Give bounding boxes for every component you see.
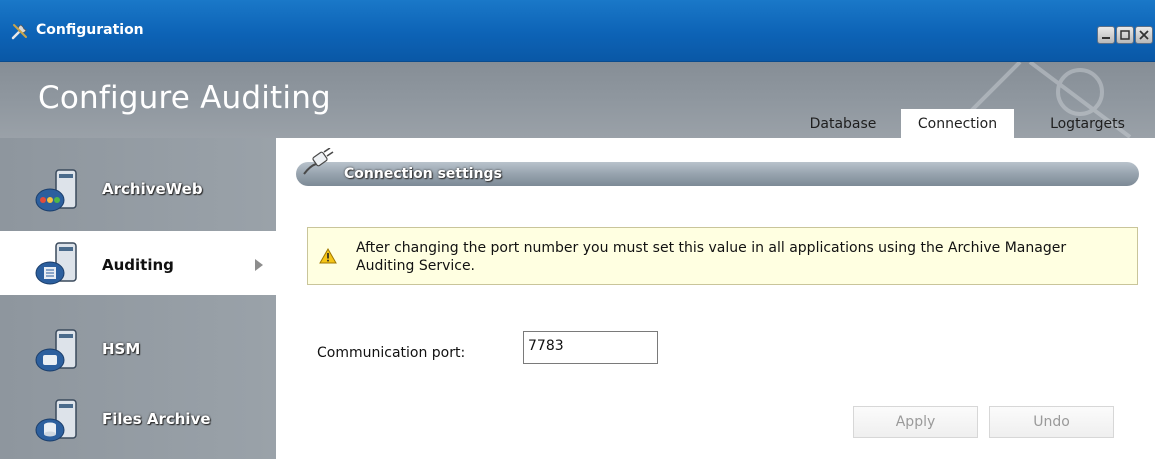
sidebar-item-label: HSM (102, 340, 141, 358)
tools-icon (10, 21, 30, 41)
sidebar: ArchiveWeb Auditing HSM Files Archive (0, 138, 276, 459)
archiveweb-server-icon (34, 164, 88, 214)
sidebar-item-archiveweb[interactable]: ArchiveWeb (0, 158, 276, 216)
section-title: Connection settings (344, 166, 502, 182)
title-bar: Configuration (0, 0, 1155, 62)
undo-button[interactable]: Undo (989, 406, 1114, 438)
main-panel: Connection settings After changing the p… (276, 138, 1155, 459)
minimize-button[interactable] (1097, 26, 1115, 44)
files-archive-server-icon (34, 394, 88, 444)
warning-text: After changing the port number you must … (356, 240, 1067, 274)
window-title: Configuration (36, 22, 144, 38)
tab-database[interactable]: Database (796, 109, 890, 138)
apply-button[interactable]: Apply (853, 406, 978, 438)
header: Configure Auditing Database Connection L… (0, 62, 1155, 138)
port-label: Communication port: (317, 345, 466, 361)
tab-connection[interactable]: Connection (901, 109, 1014, 138)
plug-icon (300, 147, 334, 182)
sidebar-item-label: Files Archive (102, 410, 211, 428)
sidebar-item-label: Auditing (102, 256, 174, 274)
hsm-server-icon (34, 324, 88, 374)
close-button[interactable] (1135, 26, 1153, 44)
section-header: Connection settings (296, 147, 1139, 186)
sidebar-item-auditing[interactable]: Auditing (0, 231, 276, 295)
maximize-button[interactable] (1116, 26, 1134, 44)
chevron-right-icon (254, 257, 264, 276)
sidebar-item-label: ArchiveWeb (102, 180, 203, 198)
tab-logtargets[interactable]: Logtargets (1020, 109, 1155, 138)
sidebar-item-files-archive[interactable]: Files Archive (0, 388, 276, 446)
warning-box: After changing the port number you must … (307, 227, 1138, 285)
page-title: Configure Auditing (38, 80, 331, 116)
sidebar-item-hsm[interactable]: HSM (0, 318, 276, 376)
auditing-server-icon (34, 237, 88, 287)
warning-icon (319, 247, 337, 268)
communication-port-input[interactable]: 7783 (523, 331, 658, 364)
